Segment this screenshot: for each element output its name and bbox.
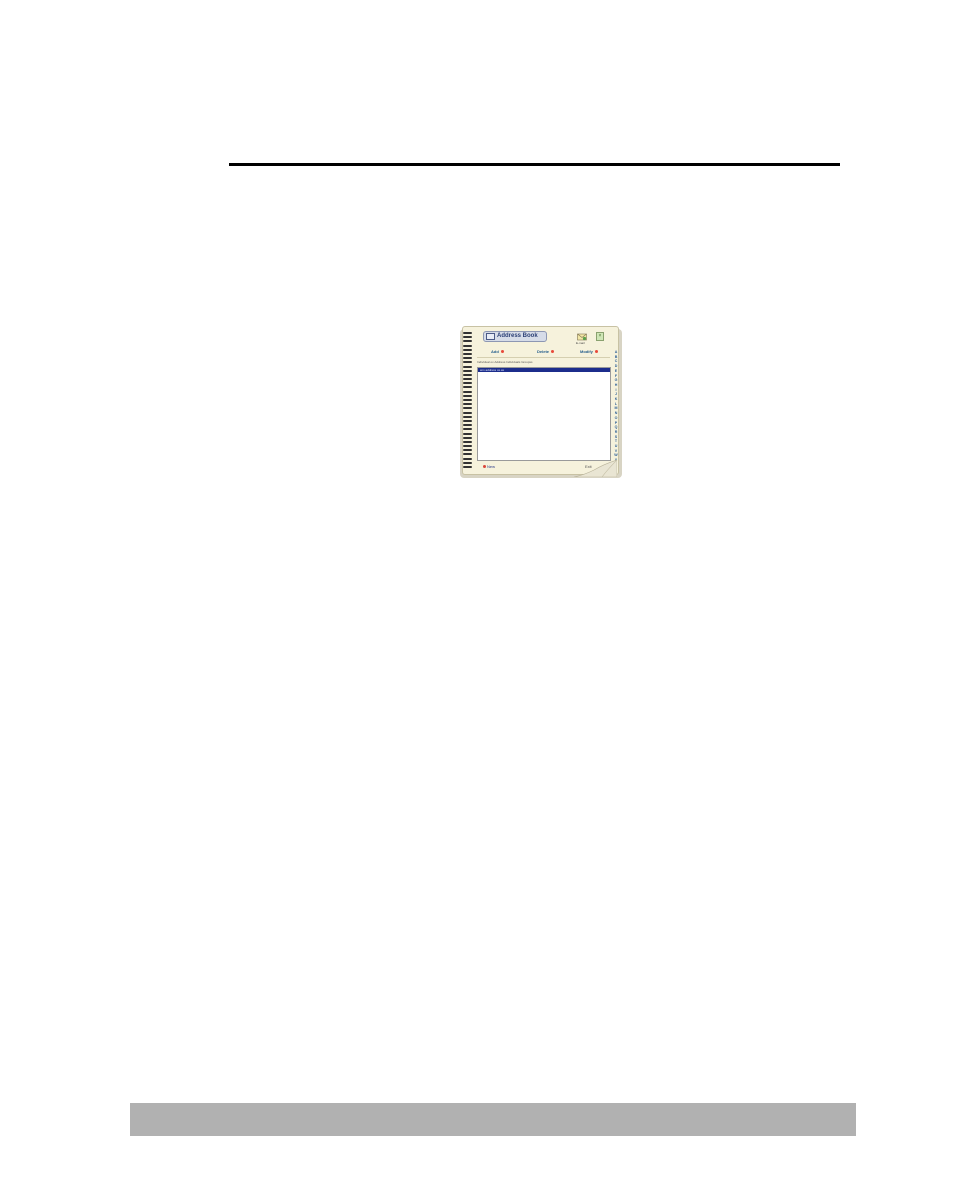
add-button-label: Add <box>491 349 499 354</box>
spiral-ring <box>463 466 472 468</box>
new-button[interactable]: New <box>483 464 495 469</box>
spiral-ring <box>463 348 472 351</box>
modify-button[interactable]: Modify <box>580 349 599 355</box>
spiral-ring <box>463 428 472 431</box>
spiral-ring <box>463 424 472 427</box>
delete-button[interactable]: Delete <box>537 349 555 355</box>
spiral-binding <box>463 332 473 472</box>
spiral-ring <box>463 365 472 368</box>
spiral-ring <box>463 369 472 372</box>
toolbar-divider <box>477 357 610 358</box>
modify-button-label: Modify <box>580 349 593 354</box>
spiral-ring <box>463 419 472 422</box>
spiral-ring <box>463 352 472 355</box>
new-button-label: New <box>487 464 496 469</box>
spiral-ring <box>463 390 472 393</box>
list-header: Individual ox Address Individuals Groups… <box>477 360 533 364</box>
modify-dot-icon <box>595 350 599 354</box>
spiral-ring <box>463 336 472 339</box>
spiral-ring <box>463 461 472 464</box>
spiral-ring <box>463 403 472 406</box>
spiral-ring <box>463 411 472 414</box>
add-button[interactable]: Add <box>491 349 504 355</box>
spiral-ring <box>463 445 472 448</box>
spiral-ring <box>463 361 472 364</box>
top-rule <box>229 163 840 166</box>
spiral-ring <box>463 344 472 347</box>
spiral-ring <box>463 449 472 452</box>
page-curl-icon[interactable] <box>574 460 617 477</box>
spiral-ring <box>463 357 472 360</box>
address-book-page: Address Book E-mail × Add Delete Modify … <box>462 326 619 477</box>
spiral-ring <box>463 453 472 456</box>
spiral-ring <box>463 394 472 397</box>
footer-bar <box>130 1103 856 1136</box>
toolbar: Add Delete Modify <box>479 349 609 356</box>
spiral-ring <box>463 432 472 435</box>
spiral-ring <box>463 457 472 460</box>
app-title: Address Book <box>497 333 538 339</box>
spiral-ring <box>463 407 472 410</box>
new-dot-icon <box>483 465 486 469</box>
spiral-ring <box>463 340 472 343</box>
spiral-ring <box>463 415 472 418</box>
spiral-ring <box>463 399 472 401</box>
spiral-ring <box>463 386 472 389</box>
contact-list[interactable]: wm address ox.ax <box>477 367 611 461</box>
delete-button-label: Delete <box>537 349 550 354</box>
spiral-ring <box>463 373 472 376</box>
list-item-selected[interactable]: wm address ox.ax <box>478 368 610 372</box>
title-badge: Address Book <box>483 331 547 342</box>
alphabet-index: ABCDEFGHIJKLMNOPQRSTUVWXYZ <box>613 350 619 474</box>
book-icon <box>486 333 495 340</box>
list-item-label: wm address ox.ax <box>480 368 505 372</box>
address-book-screenshot: Address Book E-mail × Add Delete Modify … <box>456 325 622 478</box>
delete-dot-icon <box>551 350 555 354</box>
spiral-ring <box>463 382 472 385</box>
close-icon[interactable]: × <box>596 332 604 341</box>
email-icon[interactable] <box>577 333 587 341</box>
spiral-ring <box>463 440 472 443</box>
email-label: E-mail <box>576 341 585 345</box>
add-dot-icon <box>500 350 504 354</box>
spiral-ring <box>463 378 472 381</box>
exit-label[interactable]: Exit <box>585 464 592 469</box>
spiral-ring <box>463 332 472 334</box>
spiral-ring <box>463 436 472 439</box>
